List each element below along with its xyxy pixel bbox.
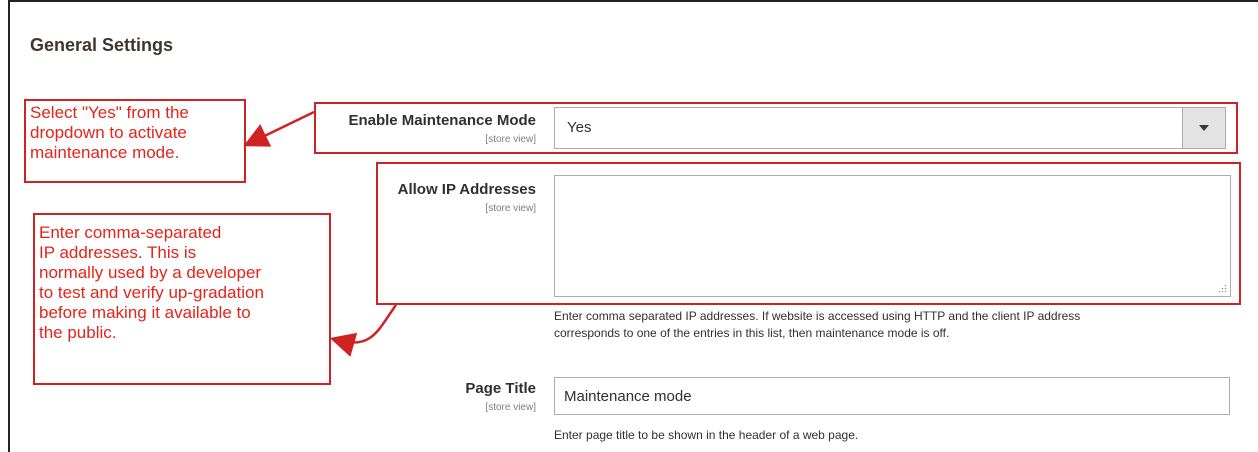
arrow-to-callout-ip (329, 304, 398, 357)
annotation-arrows (243, 110, 398, 357)
arrow-to-callout-maintenance (243, 110, 315, 147)
